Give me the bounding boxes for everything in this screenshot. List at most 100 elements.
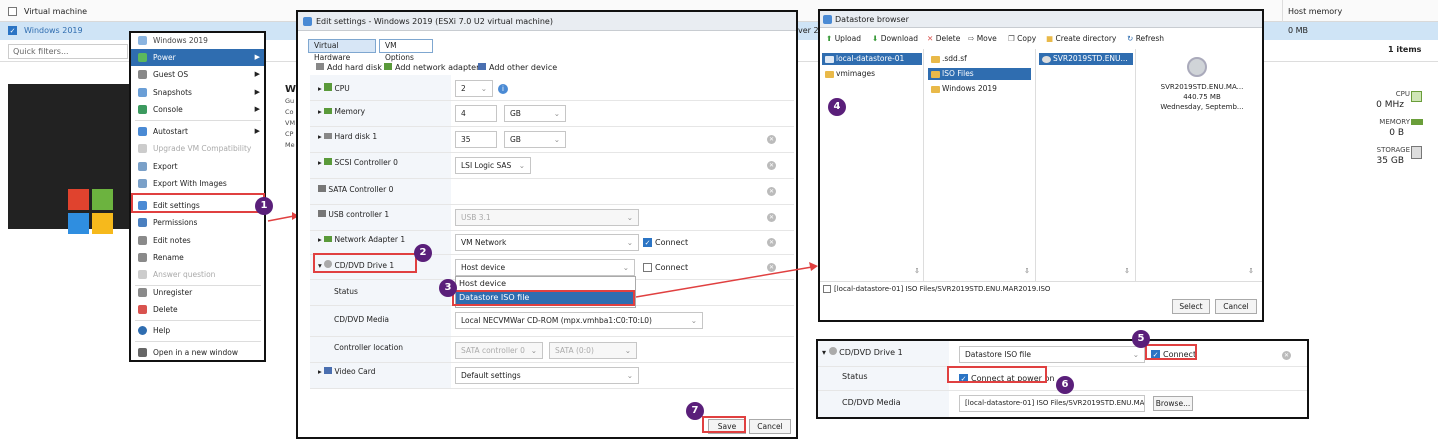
menu-item-console[interactable]: Console ▶ [131,101,264,118]
add-hard-disk-button[interactable]: Add hard disk [316,63,382,72]
refresh-button[interactable]: ↻ Refresh [1127,34,1164,43]
menu-item-edit-notes[interactable]: Edit notes [131,232,264,249]
remove-scsi-icon[interactable]: ✕ [767,161,776,170]
vm-row-checkbox[interactable]: ✓ [8,26,17,35]
select-all-checkbox[interactable] [8,7,17,16]
menu-item-snapshots[interactable]: Snapshots ▶ [131,84,264,101]
item-iso-files[interactable]: ISO Files [928,68,1031,80]
step-badge-6: 6 [1056,376,1074,394]
move-button[interactable]: ⇨ Move [968,34,997,43]
menu-item-rename[interactable]: Rename [131,249,264,266]
item-local-datastore[interactable]: local-datastore-01 [822,53,922,65]
memory-label[interactable]: ▸ Memory [318,107,365,116]
scsi-label[interactable]: ▸ SCSI Controller 0 [318,158,398,167]
power-icon [138,53,147,62]
menu-item-export-images[interactable]: Export With Images [131,175,264,192]
cd-panel-type-select[interactable]: Datastore ISO file ⌄ [959,346,1145,363]
copy-button[interactable]: ❐ Copy [1008,34,1036,43]
memory-unit-select[interactable]: GB ⌄ [504,105,566,122]
remove-usb-icon[interactable]: ✕ [767,213,776,222]
help-icon [138,326,147,335]
select-button[interactable]: Select [1172,299,1210,314]
menu-item-open-new-window[interactable]: Open in a new window [131,344,264,361]
delete-button[interactable]: ✕ Delete [927,34,960,43]
create-directory-button[interactable]: ■ Create directory [1046,34,1116,43]
datastore-cancel-button[interactable]: Cancel [1215,299,1257,314]
hard-disk-unit-select[interactable]: GB ⌄ [504,131,566,148]
add-network-adapter-button[interactable]: Add network adapter [384,63,479,72]
item-vmimages[interactable]: vmimages [822,68,922,80]
remove-cd-panel-icon[interactable]: ✕ [1282,351,1291,360]
hard-disk-size-input[interactable]: 35 [455,131,497,148]
column-virtual-machine[interactable]: Virtual machine [24,7,87,16]
summary-fragments: Gu Co VM CP Me [285,97,296,149]
controller-row: Controller location SATA controller 0 ⌄ S… [310,337,794,363]
console-icon [138,105,147,114]
hard-disk-icon [316,63,324,70]
autostart-icon [138,127,147,136]
scroll-down-icon[interactable]: ⇩ [1124,267,1130,275]
vm-console-thumbnail[interactable] [8,84,130,234]
highlight-power-on [947,366,1047,383]
menu-item-help[interactable]: Help [131,322,264,339]
menu-item-guest-os[interactable]: Guest OS ▶ [131,66,264,83]
cd-panel-media-input[interactable]: [local-datastore-01] ISO Files/SVR2019ST… [959,395,1145,412]
sata-label: SATA Controller 0 [318,185,393,194]
cpu-select[interactable]: 2 ⌄ [455,80,493,97]
network-label[interactable]: ▸ Network Adapter 1 [318,235,405,244]
cpu-label[interactable]: ▸ CPU [318,83,350,93]
browse-button[interactable]: Browse... [1153,396,1193,411]
highlight-datastore-option [452,290,635,306]
quick-filter-input[interactable]: Quick filters... [8,44,128,59]
upload-button[interactable]: ⬆ Upload [826,34,861,43]
menu-item-permissions[interactable]: Permissions [131,214,264,231]
usb-row: USB controller 1 USB 3.1 ⌄ ✕ [310,205,794,231]
selected-path: [local-datastore-01] ISO Files/SVR2019ST… [820,281,1262,296]
scroll-down-icon[interactable]: ⇩ [1248,267,1254,275]
scroll-down-icon[interactable]: ⇩ [914,267,920,275]
download-button[interactable]: ⬇ Download [872,34,918,43]
file-icon [823,285,831,293]
cd-type-select[interactable]: Host device ⌄ [455,259,635,276]
storage-icon [1411,146,1422,159]
item-iso-file[interactable]: SVR2019STD.ENU... [1039,53,1133,65]
vm-row-name[interactable]: Windows 2019 [24,26,83,35]
column-host-memory[interactable]: Host memory [1288,7,1342,16]
network-connect-checkbox[interactable]: ✓ [643,238,652,247]
items-count: 1 items [1388,45,1422,54]
preview-info: SVR2019STD.ENU.MA... 440.75 MB Wednesday… [1160,83,1244,111]
video-row: ▸ Video Card Default settings ⌄ [310,363,794,389]
scsi-type-select[interactable]: LSI Logic SAS ⌄ [455,157,531,174]
menu-separator [135,320,261,321]
video-select[interactable]: Default settings ⌄ [455,367,639,384]
item-sdd-sf[interactable]: .sdd.sf [928,53,1031,65]
remove-network-icon[interactable]: ✕ [767,238,776,247]
snapshot-icon [138,88,147,97]
hard-disk-label[interactable]: ▸ Hard disk 1 [318,132,377,141]
scroll-down-icon[interactable]: ⇩ [1024,267,1030,275]
remove-sata-icon[interactable]: ✕ [767,187,776,196]
info-icon[interactable]: i [498,84,508,94]
menu-item-power[interactable]: Power ▶ [131,49,264,66]
option-host-device[interactable]: Host device [456,277,635,291]
tab-virtual-hardware[interactable]: Virtual Hardware [308,39,376,62]
menu-item-unregister[interactable]: Unregister [131,284,264,301]
network-select[interactable]: VM Network ⌄ [455,234,639,251]
remove-hard-disk-icon[interactable]: ✕ [767,135,776,144]
delete-icon [138,305,147,314]
menu-item-autostart[interactable]: Autostart ▶ [131,123,264,140]
usb-type-select: USB 3.1 ⌄ [455,209,639,226]
add-other-device-button[interactable]: Add other device [478,63,557,72]
cpu-stat-value: 0 MHz [1376,100,1404,110]
menu-item-export[interactable]: Export [131,158,264,175]
step-badge-5: 5 [1132,330,1150,348]
cd-media-select[interactable]: Local NECVMWar CD-ROM (mpx.vmhba1:C0:T0:… [455,312,703,329]
video-label[interactable]: ▸ Video Card [318,367,376,376]
menu-item-delete[interactable]: Delete [131,301,264,318]
tab-vm-options[interactable]: VM Options [379,39,433,62]
cd-panel-label[interactable]: ▾ CD/DVD Drive 1 [822,347,903,357]
item-windows-2019[interactable]: Windows 2019 [928,83,1031,95]
cancel-button[interactable]: Cancel [749,419,791,434]
network-connect-label: Connect [655,238,689,247]
memory-input[interactable]: 4 [455,105,497,122]
